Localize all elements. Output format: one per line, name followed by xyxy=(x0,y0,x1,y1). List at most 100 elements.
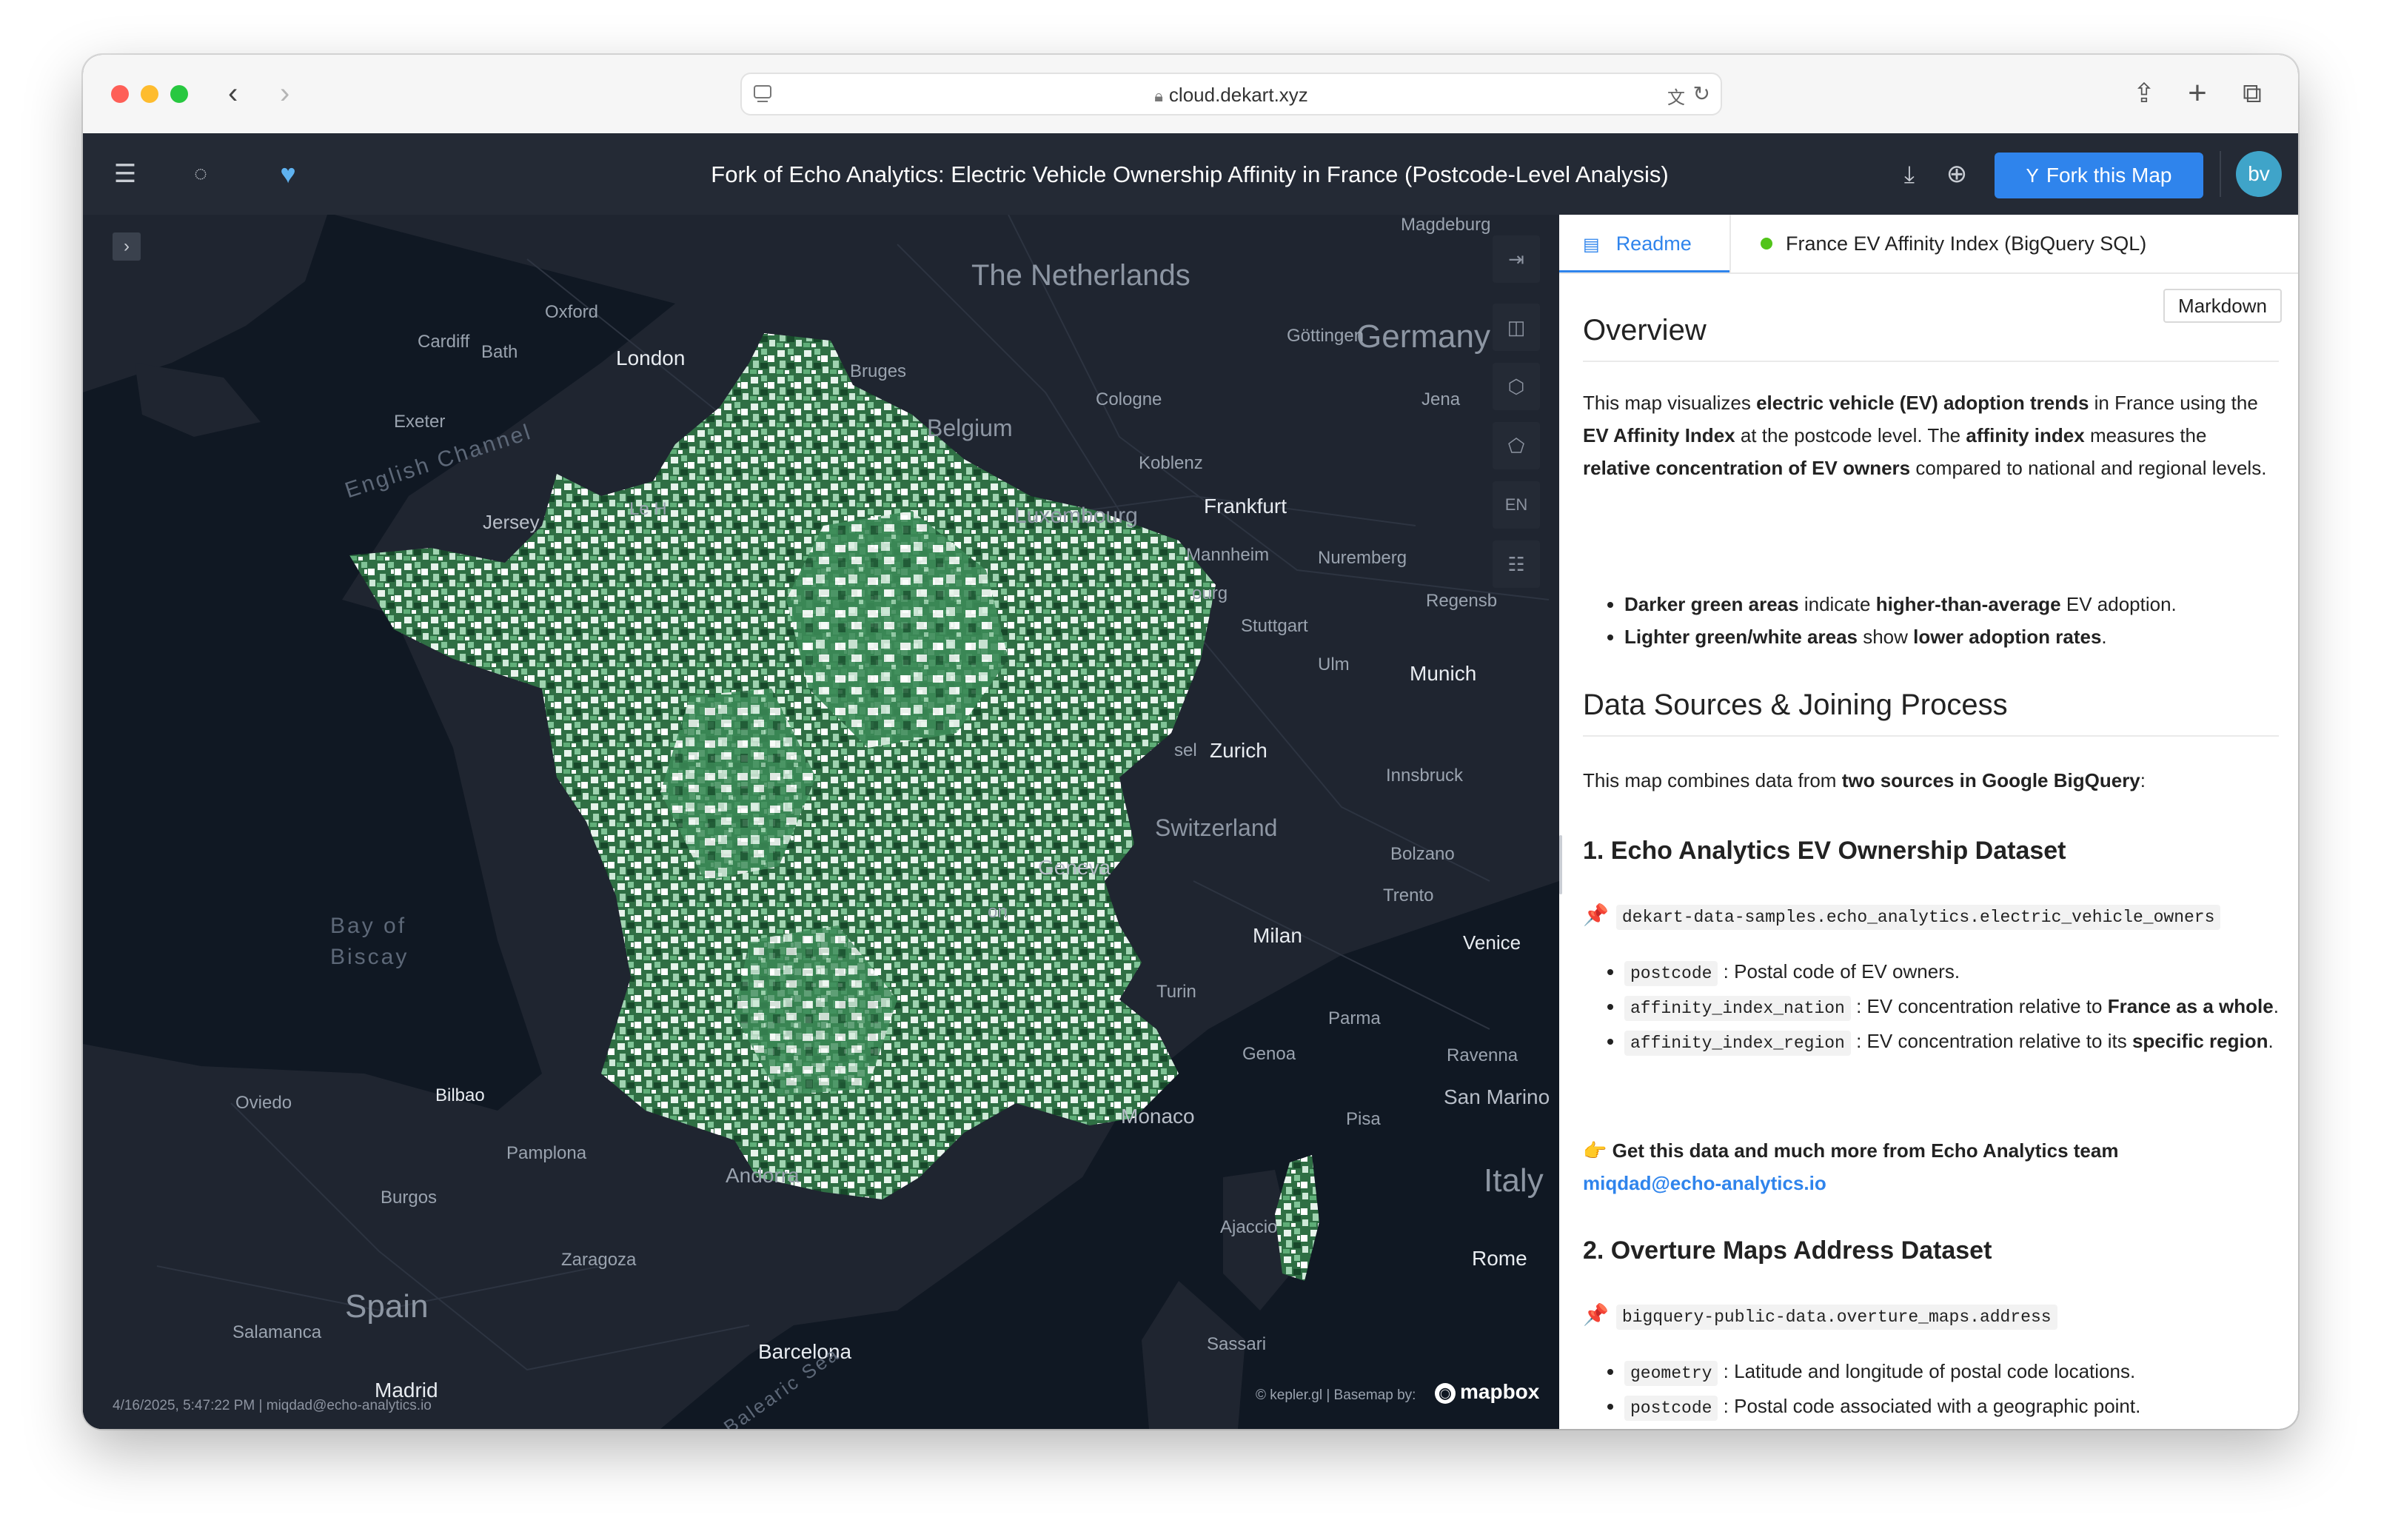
map-label-cologne: Cologne xyxy=(1096,389,1162,409)
map-label-bath: Bath xyxy=(481,342,518,362)
chat-icon[interactable]: ◌ xyxy=(182,155,219,192)
split-map-icon[interactable]: ◫ xyxy=(1493,304,1540,351)
map-canvas[interactable]: The Netherlands Germany Belgium Luxembou… xyxy=(83,215,1559,1429)
panel-resize-handle[interactable] xyxy=(1559,835,1562,894)
minimize-window-button[interactable] xyxy=(141,85,158,103)
collapse-panel-icon[interactable]: ⇥ xyxy=(1493,235,1540,283)
reload-icon[interactable]: ↻ xyxy=(1693,81,1710,106)
map-label-le-havre: Le H xyxy=(629,499,667,519)
map-label-exeter: Exeter xyxy=(394,412,446,432)
dataset-2-fields: geometry : Latitude and longitude of pos… xyxy=(1583,1355,2298,1424)
map-label-magdeburg: Magdeburg xyxy=(1401,215,1491,235)
share-icon[interactable]: ⇪ xyxy=(2126,74,2162,113)
legend-icon[interactable]: ☷ xyxy=(1493,540,1540,588)
map-label-jersey: Jersey xyxy=(483,511,540,533)
map-attribution[interactable]: © kepler.gl | Basemap by: xyxy=(1256,1387,1416,1404)
pushpin-icon: 📌 xyxy=(1583,1303,1609,1326)
map-label-salamanca: Salamanca xyxy=(232,1322,322,1342)
map-label-luxembourg: Luxembourg xyxy=(1014,503,1138,528)
heart-icon[interactable]: ♥ xyxy=(269,155,307,192)
contact-email-link[interactable]: miqdad@echo-analytics.io xyxy=(1583,1172,1826,1194)
map-label-bolzano: Bolzano xyxy=(1390,844,1455,864)
map-label-andorra: Andorra xyxy=(726,1164,800,1187)
mapbox-logo[interactable]: ◉ mapbox xyxy=(1435,1380,1539,1404)
data-sources-heading: Data Sources & Joining Process xyxy=(1583,689,2279,737)
dataset-2-heading: 2. Overture Maps Address Dataset xyxy=(1583,1236,1992,1265)
map-label-oxford: Oxford xyxy=(545,302,599,322)
data-intro-paragraph: This map combines data from two sources … xyxy=(1583,769,2146,791)
browser-toolbar: ‹ › 🔒︎ cloud.dekart.xyz 文 ↻ ⇪ + ⧉ xyxy=(83,55,2298,135)
map-label-koblenz: Koblenz xyxy=(1139,453,1203,473)
pushpin-icon: 📌 xyxy=(1583,903,1609,926)
map-label-belgium: Belgium xyxy=(927,415,1013,441)
layer-panel-toggle[interactable]: › xyxy=(113,232,141,261)
map-label-italy: Italy xyxy=(1484,1162,1544,1199)
map-label-zaragoza: Zaragoza xyxy=(561,1250,637,1270)
draw-polygon-icon[interactable]: ⬠ xyxy=(1493,422,1540,469)
fork-icon: Y xyxy=(2026,164,2039,187)
map-label-burgos: Burgos xyxy=(381,1188,438,1208)
map-label-parma: Parma xyxy=(1328,1008,1381,1028)
close-window-button[interactable] xyxy=(111,85,129,103)
fork-map-button[interactable]: Y Fork this Map xyxy=(1995,153,2203,198)
language-button[interactable]: EN xyxy=(1493,481,1540,529)
readme-panel: ▤ Readme France EV Affinity Index (BigQue… xyxy=(1559,215,2298,1429)
list-item: postcode : Postal code of EV owners. xyxy=(1624,955,2298,990)
overview-heading: Overview xyxy=(1583,314,2279,362)
menu-icon[interactable]: ☰ xyxy=(107,155,144,192)
map-label-basel: sel xyxy=(1174,740,1197,760)
map-label-lyon: on xyxy=(988,902,1008,922)
panel-tabs: ▤ Readme France EV Affinity Index (BigQue… xyxy=(1559,215,2298,274)
list-item: postcode : Postal code associated with a… xyxy=(1624,1390,2298,1424)
new-tab-icon[interactable]: + xyxy=(2180,74,2215,113)
lock-icon: 🔒︎ xyxy=(1154,87,1163,105)
tab-bigquery-sql[interactable]: France EV Affinity Index (BigQuery SQL) xyxy=(1729,215,2234,272)
map-label-stuttgart: Stuttgart xyxy=(1241,616,1308,636)
dataset-1-table: 📌 dekart-data-samples.echo_analytics.elec… xyxy=(1583,899,2221,934)
header-divider xyxy=(2220,151,2221,197)
3d-view-icon[interactable]: ⬡ xyxy=(1493,363,1540,410)
map-label-germany: Germany xyxy=(1356,318,1490,355)
tab-readme[interactable]: ▤ Readme xyxy=(1559,215,1729,272)
map-label-ravenna: Ravenna xyxy=(1447,1045,1518,1065)
translate-icon[interactable]: 文 xyxy=(1667,83,1685,109)
map-label-munich: Munich xyxy=(1410,662,1477,685)
map-label-jena: Jena xyxy=(1421,389,1461,409)
pointing-hand-icon: 👉 xyxy=(1583,1139,1607,1162)
list-item: geometry : Latitude and longitude of pos… xyxy=(1624,1355,2298,1390)
back-arrow-icon[interactable]: ‹ xyxy=(228,76,238,111)
url-text: cloud.dekart.xyz xyxy=(1168,84,1308,106)
map-label-zurich: Zurich xyxy=(1210,739,1267,762)
overview-paragraph: This map visualizes electric vehicle (EV… xyxy=(1583,392,2267,479)
zoom-window-button[interactable] xyxy=(170,85,188,103)
tab-overview-icon[interactable]: ⧉ xyxy=(2234,74,2270,113)
dataset-1-fields: postcode : Postal code of EV owners. aff… xyxy=(1583,955,2298,1059)
map-label-bay-of: Bay of xyxy=(330,914,407,938)
globe-icon[interactable]: ⊕ xyxy=(1938,155,1975,192)
address-bar[interactable]: 🔒︎ cloud.dekart.xyz 文 ↻ xyxy=(740,73,1722,116)
map-label-regensburg: Regensb xyxy=(1426,591,1498,611)
map-label-milan: Milan xyxy=(1253,924,1302,947)
map-label-gottingen: Göttingen xyxy=(1287,326,1364,346)
list-item: Darker green areas indicate higher-than-… xyxy=(1624,588,2298,620)
map-label-turin: Turin xyxy=(1156,982,1196,1002)
list-item: affinity_index_nation : EV concentration… xyxy=(1624,990,2298,1025)
basemap xyxy=(83,215,1559,1429)
map-label-london: London xyxy=(616,346,686,369)
map-label-spain: Spain xyxy=(345,1288,429,1325)
map-timestamp: 4/16/2025, 5:47:22 PM | miqdad@echo-anal… xyxy=(113,1398,432,1413)
user-avatar[interactable]: bv xyxy=(2236,151,2282,197)
map-label-frankfurt: Frankfurt xyxy=(1204,495,1287,518)
map-label-venice: Venice xyxy=(1463,931,1521,954)
map-label-bilbao: Bilbao xyxy=(435,1085,485,1105)
map-label-pamplona: Pamplona xyxy=(506,1143,587,1163)
map-label-ajaccio: Ajaccio xyxy=(1220,1217,1278,1237)
forward-arrow-icon[interactable]: › xyxy=(280,76,289,111)
map-label-biscay: Biscay xyxy=(330,945,409,969)
map-label-trento: Trento xyxy=(1383,886,1434,905)
map-title: Fork of Echo Analytics: Electric Vehicle… xyxy=(711,161,1669,187)
download-icon[interactable]: ⤓ xyxy=(1891,155,1928,192)
app-header: ☰ ◌ ♥ Fork of Echo Analytics: Electric V… xyxy=(83,133,2298,216)
dataset-1-heading: 1. Echo Analytics EV Ownership Dataset xyxy=(1583,837,2066,865)
book-icon: ▤ xyxy=(1583,235,1600,255)
